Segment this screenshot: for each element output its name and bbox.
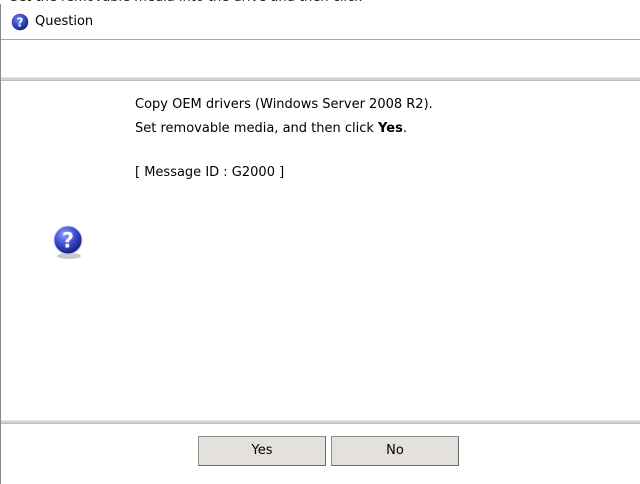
message-line-2: Set removable media, and then click Yes. <box>135 121 407 136</box>
message-area: Copy OEM drivers (Windows Server 2008 R2… <box>1 81 640 420</box>
message-id: [ Message ID : G2000 ] <box>135 165 285 180</box>
button-row: Yes No <box>1 424 640 484</box>
dialog-title: Question <box>35 14 94 29</box>
message-line-2-suffix: . <box>402 121 407 136</box>
question-dialog: ? Question Copy OEM drivers (Windows Ser… <box>0 4 640 484</box>
message-line-1: Copy OEM drivers (Windows Server 2008 R2… <box>135 97 433 112</box>
question-icon: ? <box>53 225 83 259</box>
message-line-2-prefix: Set removable media, and then click <box>135 121 379 136</box>
message-line-2-bold: Yes <box>378 121 403 136</box>
yes-button[interactable]: Yes <box>198 436 326 466</box>
svg-text:?: ? <box>17 16 24 30</box>
header-band <box>1 40 640 79</box>
svg-text:?: ? <box>62 229 74 253</box>
question-icon: ? <box>11 13 29 31</box>
no-button[interactable]: No <box>331 436 459 466</box>
dialog-titlebar: ? Question <box>1 4 640 40</box>
